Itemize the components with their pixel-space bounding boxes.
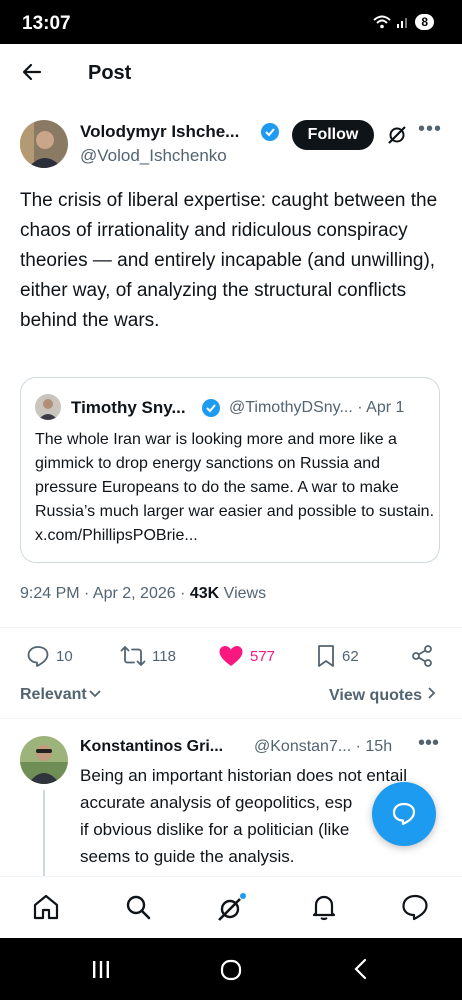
heart-icon [219, 646, 243, 666]
verified-icon [260, 122, 280, 147]
post-text: The crisis of liberal expertise: caught … [20, 190, 438, 331]
home-nav-button[interactable] [219, 958, 243, 987]
quote-text: The whole Iran war is looking more and m… [35, 431, 435, 544]
recents-icon [93, 961, 109, 978]
reply-text-line: seems to guide the analysis. [80, 847, 295, 866]
thread-line [43, 790, 45, 880]
author-handle[interactable]: @Volod_Ishchenko [80, 146, 227, 166]
back-nav-icon [354, 958, 367, 980]
divider [0, 627, 462, 628]
tab-home[interactable] [32, 893, 60, 926]
home-icon [33, 894, 59, 920]
sort-dropdown[interactable]: Relevant [20, 686, 102, 704]
timestamp-text: 9:24 PM · Apr 2, 2026 · [20, 585, 190, 602]
sort-label: Relevant [20, 686, 87, 703]
recents-button[interactable] [90, 958, 112, 985]
status-icons: 8 [373, 14, 434, 30]
top-bar: Post [0, 44, 462, 102]
page-title: Post [88, 62, 132, 84]
post-timestamp: 9:24 PM · Apr 2, 2026 · 43K Views [20, 585, 266, 603]
more-icon[interactable]: ••• [418, 118, 442, 141]
wifi-icon [373, 15, 391, 29]
views-count: 43K [189, 585, 220, 602]
grok-icon[interactable] [386, 124, 408, 151]
share-icon [412, 645, 432, 667]
battery-indicator: 8 [415, 14, 434, 30]
bell-icon [312, 895, 336, 921]
chevron-right-icon [428, 687, 436, 699]
search-icon [126, 895, 151, 920]
quote-author-name: Timothy Sny... [71, 398, 186, 417]
quoted-post[interactable]: Timothy Sny... @TimothyDSny... · Apr 1 T… [20, 377, 440, 563]
view-quotes-label: View quotes [328, 687, 422, 704]
back-button[interactable] [20, 60, 44, 89]
reply-author-name[interactable]: Konstantinos Gri... [80, 738, 223, 756]
bottom-tab-bar [0, 876, 462, 938]
tab-grok[interactable] [216, 893, 246, 928]
system-nav-bar [0, 938, 462, 1000]
follow-button[interactable]: Follow [292, 120, 374, 150]
reply-button[interactable]: 10 [26, 644, 73, 668]
reply-text-line: Being an important historian does not en… [80, 766, 407, 785]
back-arrow-icon [22, 63, 42, 81]
views-label: Views [219, 585, 267, 602]
post-actions: 10 118 577 62 [20, 644, 440, 672]
quote-meta: @TimothyDSny... · Apr 1 [229, 399, 405, 416]
reply-author-avatar[interactable] [20, 736, 68, 784]
grok-icon [218, 893, 246, 921]
bookmark-button[interactable]: 62 [316, 644, 359, 668]
chevron-down-icon [89, 690, 101, 698]
signal-icon [397, 18, 408, 28]
tab-notifications[interactable] [310, 893, 338, 926]
bookmark-count: 62 [342, 647, 359, 665]
reply-meta: @Konstan7... · 15h [254, 738, 393, 755]
reply-icon [27, 646, 49, 667]
compose-icon [392, 802, 416, 826]
quote-verified-icon [201, 398, 221, 423]
compose-button[interactable] [372, 782, 436, 846]
post-author: Volodymyr Ishche... @Volod_Ishchenko Fol… [20, 118, 450, 174]
reply-count: 10 [56, 647, 73, 665]
divider [0, 718, 462, 719]
share-button[interactable] [410, 644, 434, 668]
tab-messages[interactable] [400, 893, 430, 926]
tab-search[interactable] [124, 893, 152, 926]
view-quotes-link[interactable]: View quotes [329, 686, 438, 705]
like-count: 577 [250, 647, 276, 665]
status-time: 13:07 [22, 13, 71, 34]
status-bar: 13:07 8 [0, 0, 462, 44]
repost-icon [120, 646, 146, 666]
messages-icon [402, 894, 428, 921]
back-nav-button[interactable] [350, 958, 372, 985]
author-name[interactable]: Volodymyr Ishche... [80, 122, 239, 142]
like-button[interactable]: 577 [218, 644, 275, 668]
reply-more-icon[interactable]: ••• [418, 732, 439, 755]
bookmark-icon [318, 645, 334, 667]
home-nav-icon [220, 959, 242, 981]
author-avatar[interactable] [20, 120, 68, 168]
repost-button[interactable]: 118 [120, 644, 176, 668]
repost-count: 118 [152, 647, 176, 665]
quote-author-avatar [35, 394, 61, 420]
